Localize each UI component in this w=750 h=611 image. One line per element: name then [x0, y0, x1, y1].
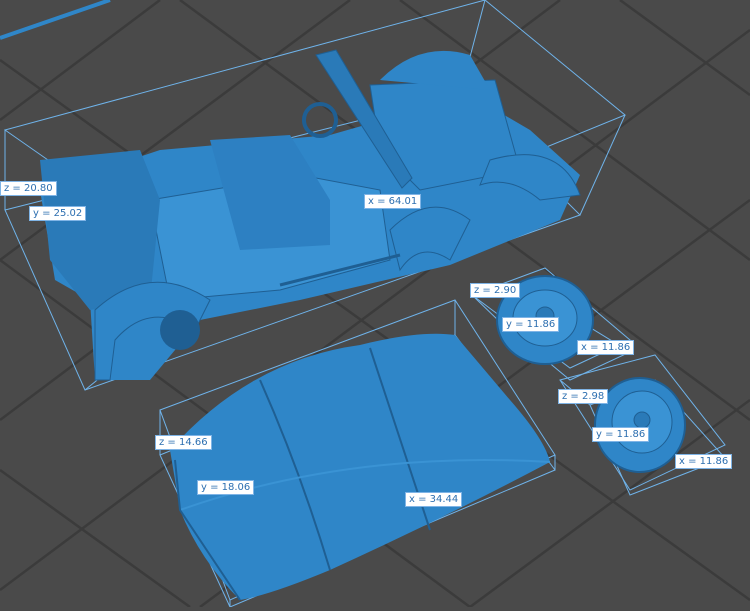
wheel-2-x-dimension-label: x = 11.86	[675, 454, 733, 469]
roof-cover-model[interactable]	[170, 333, 551, 601]
wheel-2-y-dimension-label: y = 11.86	[592, 427, 650, 442]
scene-canvas	[0, 0, 750, 609]
highlight-line	[0, 0, 111, 40]
wheel-1-x-dimension-label: x = 11.86	[577, 340, 635, 355]
car-y-dimension-label: y = 25.02	[29, 206, 87, 221]
roof-y-dimension-label: y = 18.06	[197, 480, 255, 495]
wheel-1-z-dimension-label: z = 2.90	[470, 283, 521, 298]
3d-viewport[interactable]: z = 20.80 y = 25.02 x = 64.01 z = 14.66 …	[0, 0, 750, 609]
car-x-dimension-label: x = 64.01	[364, 194, 422, 209]
wheel-1-y-dimension-label: y = 11.86	[502, 317, 560, 332]
wheel-2-model[interactable]	[594, 377, 686, 473]
car-z-dimension-label: z = 20.80	[0, 181, 57, 196]
roof-x-dimension-label: x = 34.44	[405, 492, 463, 507]
wheel-2-z-dimension-label: z = 2.98	[558, 389, 609, 404]
roof-z-dimension-label: z = 14.66	[155, 435, 212, 450]
